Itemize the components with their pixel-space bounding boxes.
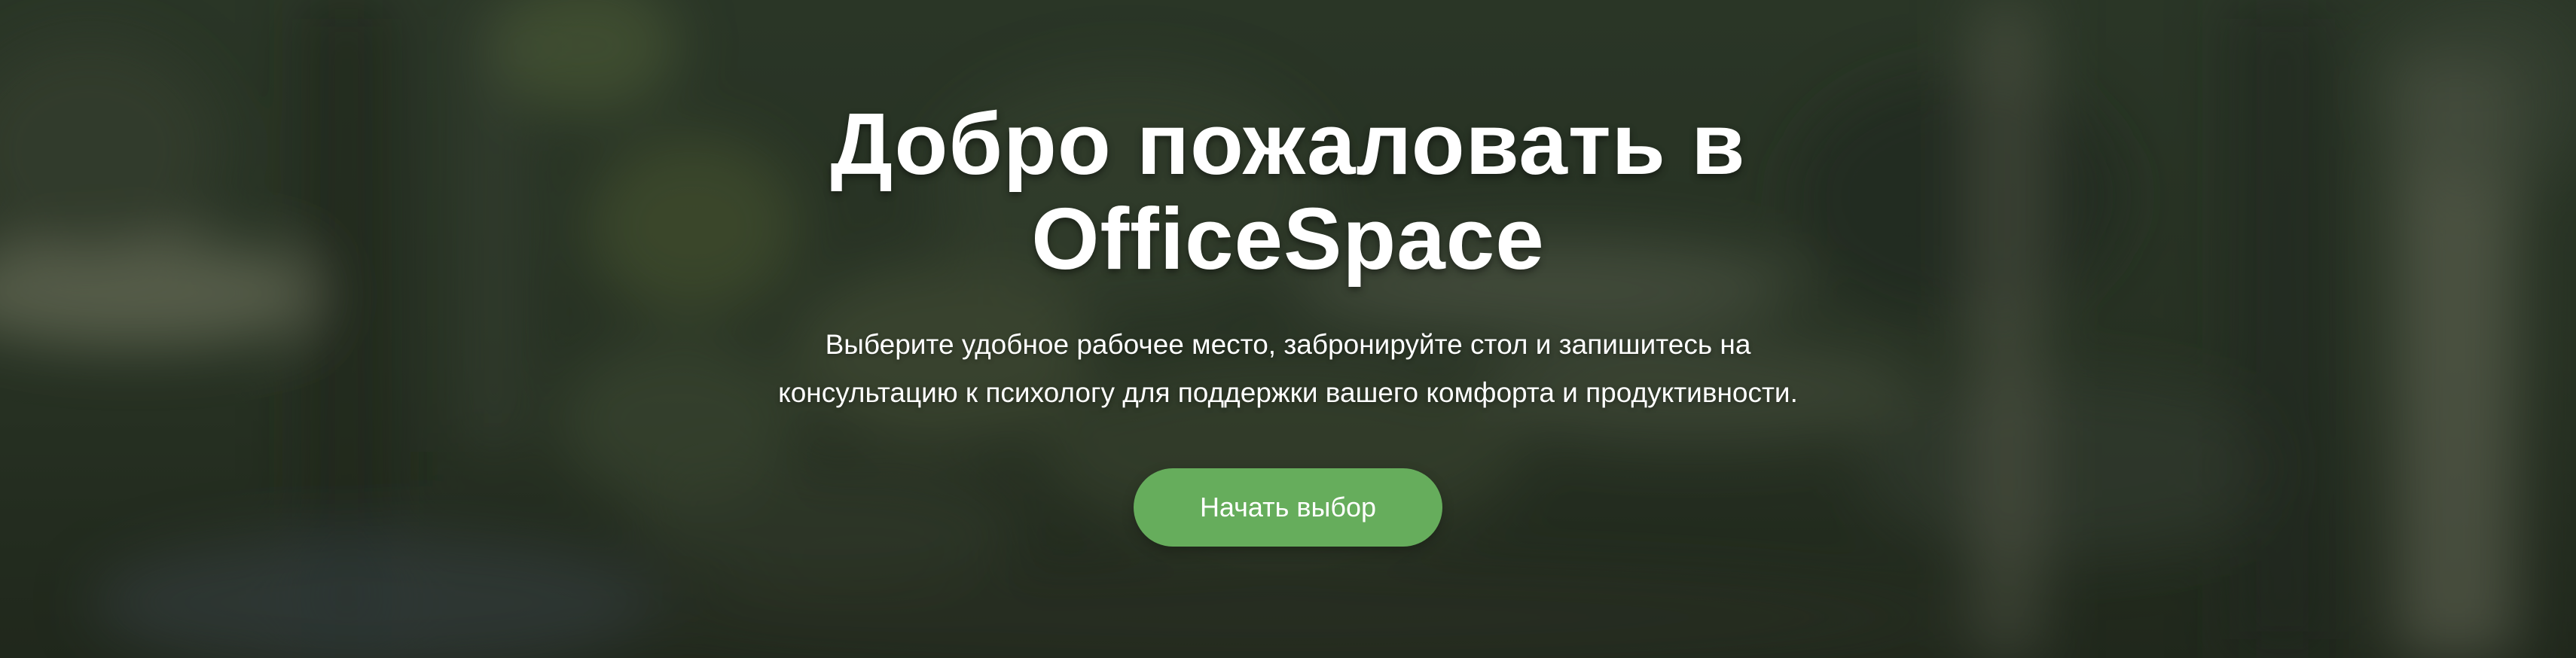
start-selection-button[interactable]: Начать выбор [1134,468,1442,547]
hero-subtitle: Выберите удобное рабочее место, забронир… [778,329,1798,408]
hero-content: Добро пожаловать в OfficeSpace Выберите … [0,0,2576,658]
hero-section: Добро пожаловать в OfficeSpace Выберите … [0,0,2576,658]
hero-title: Добро пожаловать в OfficeSpace [830,95,1746,288]
